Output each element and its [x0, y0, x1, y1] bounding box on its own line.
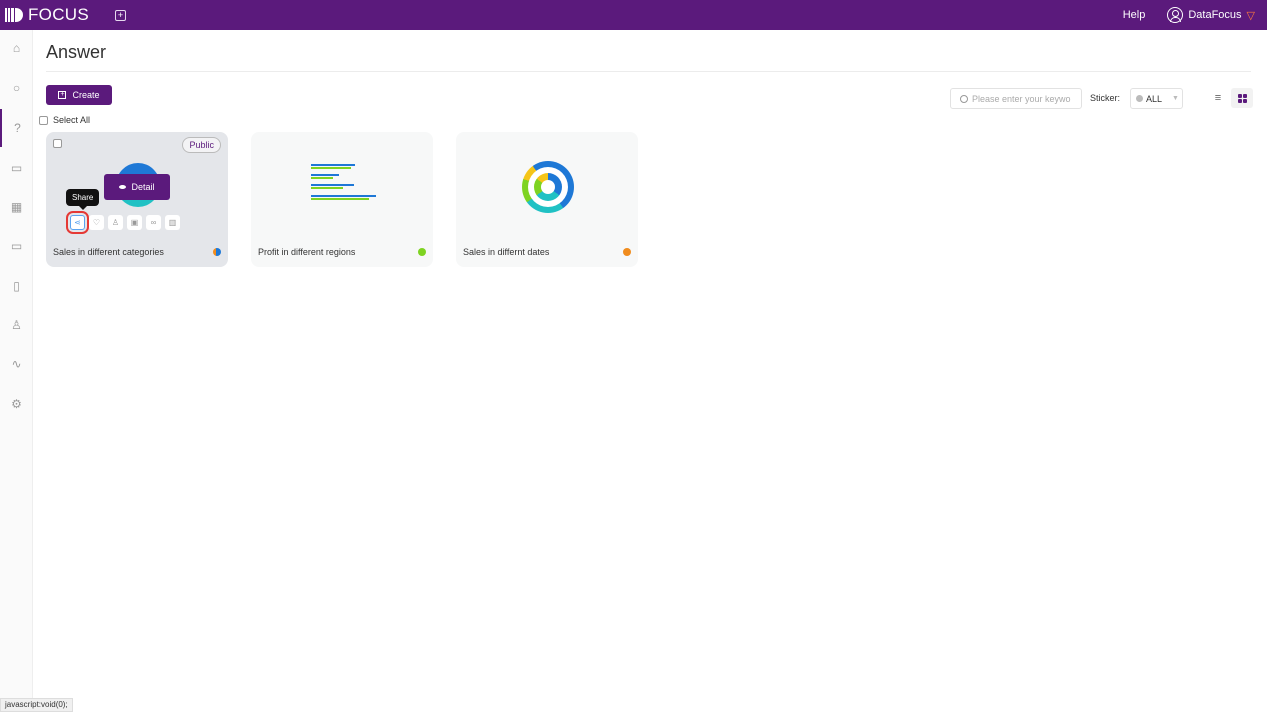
detail-button[interactable]: Detail	[104, 174, 170, 200]
sticker-label: Sticker:	[1090, 93, 1121, 103]
answer-card[interactable]: Public Detail Share ⋖ ♡ ♙ ▣ ∞ ▥ Sales in…	[46, 132, 228, 267]
gem-icon: ▽	[1246, 9, 1255, 22]
list-view-icon[interactable]: ≡	[1211, 91, 1225, 105]
table-icon[interactable]: ▦	[0, 197, 33, 217]
divider	[46, 71, 1251, 72]
image-icon[interactable]: ▣	[127, 215, 142, 230]
sticker-value: ALL	[1146, 93, 1163, 104]
logo-icon	[5, 8, 24, 22]
search-input[interactable]: Please enter your keywo	[950, 88, 1082, 109]
help-link[interactable]: Help	[1123, 9, 1146, 21]
heart-icon[interactable]: ♡	[89, 215, 104, 230]
status-bar: javascript:void(0);	[0, 698, 73, 712]
logo[interactable]: FOCUS	[5, 5, 89, 25]
gear-icon[interactable]: ⚙	[0, 394, 33, 414]
chevron-down-icon: ▼	[1172, 95, 1179, 102]
card-actions: ⋖ ♡ ♙ ▣ ∞ ▥	[66, 211, 180, 234]
home-icon[interactable]: ⌂	[0, 38, 33, 58]
presentation-icon[interactable]: ▭	[0, 158, 33, 178]
search-icon	[960, 94, 968, 103]
user-name[interactable]: DataFocus	[1188, 9, 1241, 21]
plus-icon: +	[58, 91, 67, 99]
create-label: Create	[72, 90, 100, 100]
donut-inner-ring	[534, 173, 562, 201]
card-title[interactable]: Profit in different regions	[258, 247, 355, 257]
user-icon[interactable]: ♙	[108, 215, 123, 230]
search-icon[interactable]: ○	[0, 78, 33, 98]
share-tooltip: Share	[66, 189, 100, 210]
pulse-icon[interactable]: ∿	[0, 354, 33, 374]
brand-name: FOCUS	[28, 5, 89, 24]
link-icon[interactable]: ∞	[146, 215, 161, 230]
checkbox[interactable]	[39, 115, 48, 125]
trash-icon[interactable]: ▥	[165, 215, 180, 230]
answer-card[interactable]: Sales in differnt dates	[456, 132, 638, 267]
create-button[interactable]: + Create	[46, 85, 112, 105]
question-icon[interactable]: ?	[0, 109, 33, 147]
grid-view-icon[interactable]	[1231, 88, 1253, 108]
select-all-label: Select All	[53, 115, 91, 125]
sticker-select[interactable]: ALL ▼	[1130, 88, 1183, 109]
top-bar: FOCUS + Help DataFocus ▽	[0, 0, 1267, 30]
user-icon[interactable]: ♙	[0, 315, 33, 335]
sticker-dot	[623, 248, 631, 256]
plus-square-icon[interactable]: +	[115, 9, 126, 21]
detail-label: Detail	[131, 182, 155, 192]
sticker-dot	[418, 248, 426, 256]
search-placeholder: Please enter your keywo	[972, 93, 1071, 104]
answer-card[interactable]: Profit in different regions	[251, 132, 433, 267]
card-title[interactable]: Sales in different categories	[53, 247, 164, 257]
select-all-checkbox[interactable]: Select All	[39, 115, 90, 125]
folder-icon[interactable]: ▭	[0, 236, 33, 256]
bar-chart-thumbnail	[311, 160, 381, 215]
sticker-dot	[213, 248, 221, 256]
sticker-dot	[1136, 95, 1143, 102]
share-icon[interactable]: ⋖	[66, 211, 89, 234]
card-title[interactable]: Sales in differnt dates	[463, 247, 549, 257]
eye-icon	[119, 185, 127, 189]
sidebar: ⌂ ○ ? ▭ ▦ ▭ ▯ ♙ ∿ ⚙	[0, 30, 33, 712]
public-badge: Public	[182, 137, 221, 153]
page-title: Answer	[46, 42, 107, 62]
clipboard-icon[interactable]: ▯	[0, 276, 33, 296]
main-content: Answer + Create Select All Please enter …	[33, 30, 1267, 712]
user-circle-icon[interactable]	[1167, 7, 1184, 23]
card-checkbox[interactable]	[53, 139, 62, 148]
